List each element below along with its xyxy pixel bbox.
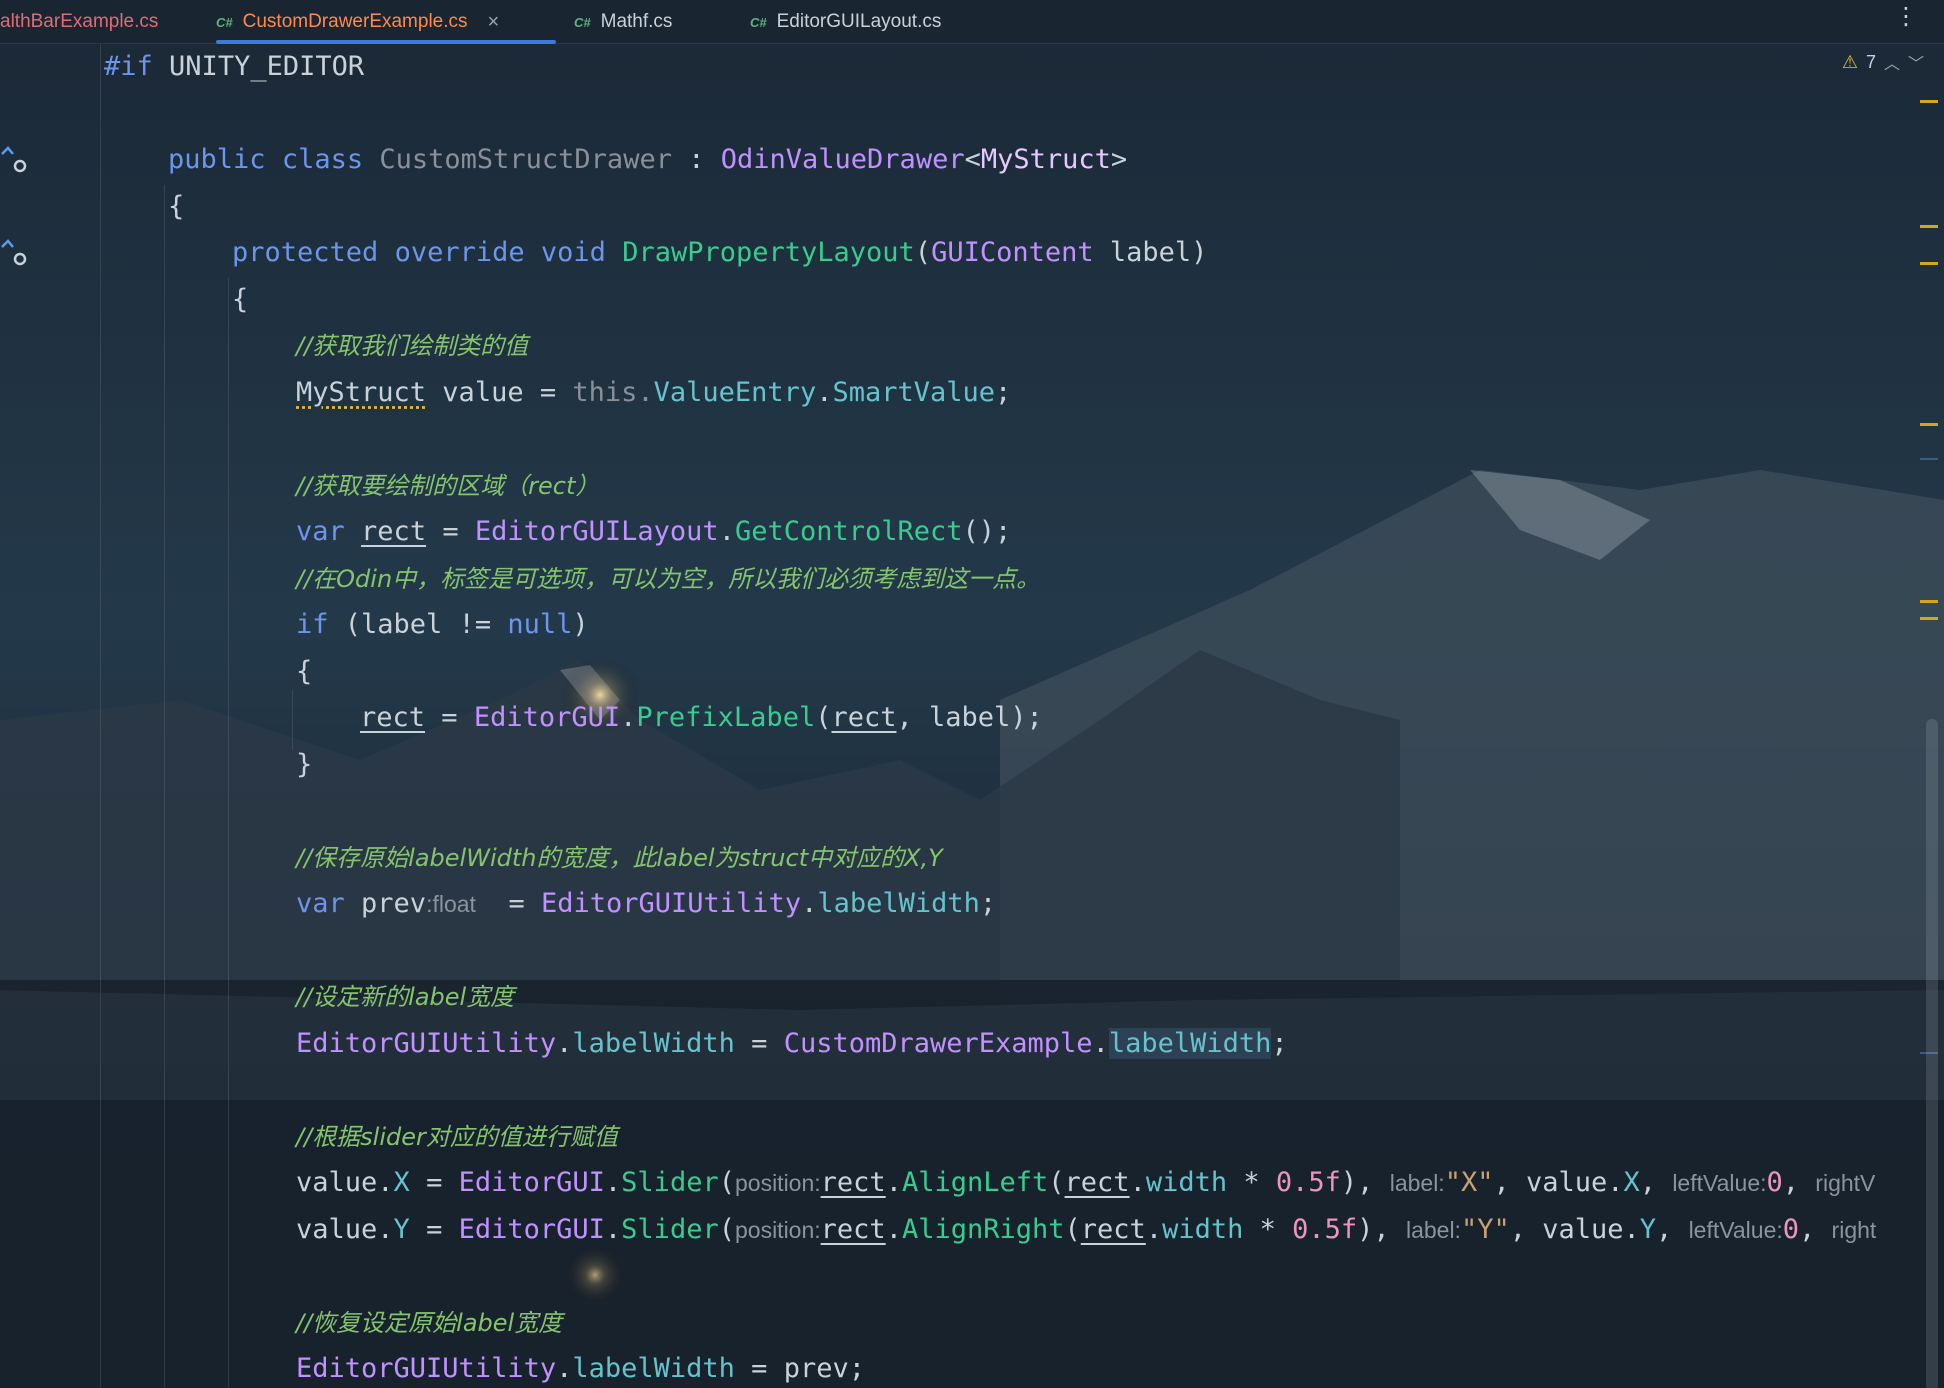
- code-line: rect = EditorGUI.PrefixLabel(rect, label…: [360, 702, 1043, 733]
- code-comment: //在Odin中，标签是可选项，可以为空，所以我们必须考虑到这一点。: [296, 565, 1041, 593]
- code-line: {: [232, 284, 249, 315]
- inlay-parameter-hint: label:: [1389, 1170, 1445, 1196]
- code-comment: //设定新的label宽度: [296, 983, 515, 1011]
- code-line: {: [168, 191, 185, 222]
- warning-marker[interactable]: [1920, 100, 1938, 103]
- code-line: if (label != null): [296, 609, 589, 640]
- inlay-parameter-hint: rightV: [1815, 1170, 1876, 1196]
- error-stripe[interactable]: [1918, 44, 1944, 1388]
- code-comment: //根据slider对应的值进行赋值: [296, 1123, 618, 1151]
- warning-marker[interactable]: [1920, 423, 1938, 426]
- code-comment: //保存原始labelWidth的宽度，此label为struct中对应的X,Y: [296, 844, 943, 872]
- inlay-parameter-hint: right: [1831, 1217, 1877, 1243]
- code-line: MyStruct value = this.ValueEntry.SmartVa…: [296, 377, 1012, 408]
- inlay-parameter-hint: label:: [1405, 1217, 1461, 1243]
- inlay-type-hint: :float: [426, 891, 476, 917]
- warning-marker[interactable]: [1920, 225, 1938, 228]
- code-line: public class CustomStructDrawer : OdinVa…: [168, 144, 1128, 175]
- usage-marker[interactable]: [1920, 458, 1938, 460]
- code-line: #if UNITY_EDITOR: [104, 51, 365, 82]
- inlay-parameter-hint: position:: [734, 1170, 821, 1196]
- warning-marker[interactable]: [1920, 600, 1938, 603]
- inlay-parameter-hint: leftValue:: [1688, 1217, 1783, 1243]
- code-editor[interactable]: #if UNITY_EDITOR public class CustomStru…: [0, 0, 1920, 1388]
- inlay-parameter-hint: position:: [734, 1217, 821, 1243]
- code-line: var rect = EditorGUILayout.GetControlRec…: [296, 516, 1012, 547]
- code-comment: //获取要绘制的区域（rect）: [296, 472, 600, 500]
- warning-marker[interactable]: [1920, 617, 1938, 620]
- code-line: var prev:float = EditorGUIUtility.labelW…: [296, 888, 997, 919]
- vertical-scrollbar-thumb[interactable]: [1926, 719, 1938, 1388]
- code-line: EditorGUIUtility.labelWidth = CustomDraw…: [296, 1028, 1288, 1059]
- code-comment: //获取我们绘制类的值: [296, 332, 529, 360]
- code-comment: //恢复设定原始label宽度: [296, 1309, 563, 1337]
- code-line: {: [296, 656, 313, 687]
- code-line: protected override void DrawPropertyLayo…: [232, 237, 1208, 268]
- warning-marker[interactable]: [1920, 262, 1938, 265]
- code-line: EditorGUIUtility.labelWidth = prev;: [296, 1353, 865, 1384]
- code-line: }: [296, 749, 313, 780]
- code-line: value.X = EditorGUI.Slider(position:rect…: [296, 1167, 1876, 1198]
- code-line: value.Y = EditorGUI.Slider(position:rect…: [296, 1214, 1877, 1245]
- inlay-parameter-hint: leftValue:: [1672, 1170, 1767, 1196]
